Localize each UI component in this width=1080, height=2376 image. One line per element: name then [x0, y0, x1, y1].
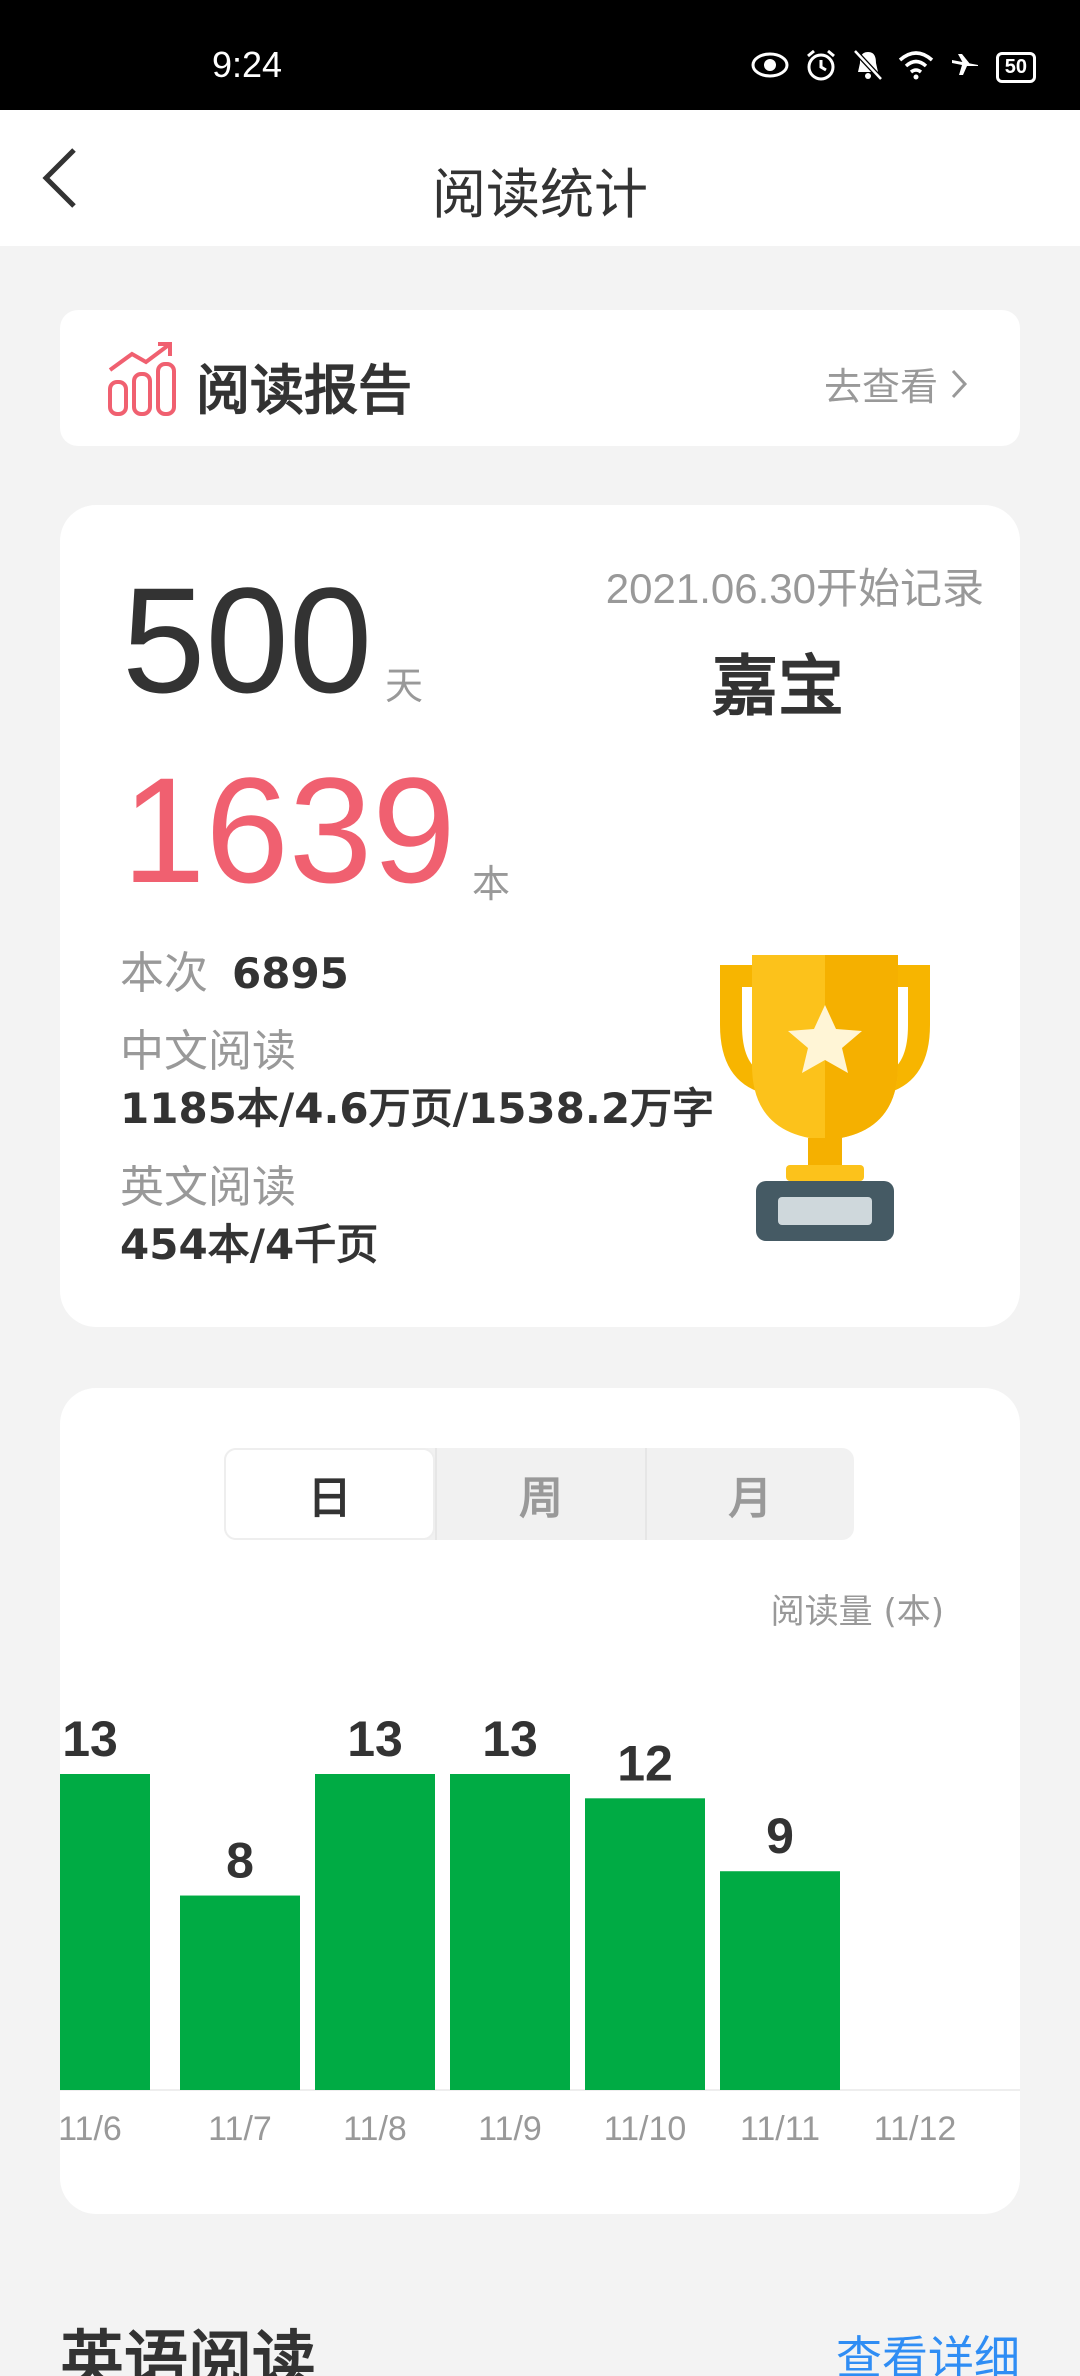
chevron-right-icon — [951, 369, 968, 398]
bar-11/11 — [720, 1871, 840, 2090]
english-reading-section-title: 英语阅读 — [60, 2325, 316, 2376]
child-name: 嘉宝 — [712, 648, 844, 725]
airplane-icon — [948, 48, 982, 86]
days-count: 500 — [122, 556, 373, 724]
x-tick-label: 11/6 — [60, 2110, 122, 2148]
x-tick-label: 11/11 — [740, 2110, 820, 2148]
bar-value-label: 13 — [482, 1711, 538, 1767]
x-tick-label: 11/10 — [604, 2110, 687, 2148]
x-tick-label: 11/7 — [208, 2110, 272, 2148]
bar-11/9 — [450, 1774, 570, 2090]
status-bar: 9:24 50 — [0, 0, 1080, 110]
books-count: 1639 — [122, 746, 456, 914]
battery-icon: 50 — [995, 51, 1036, 83]
bar-value-label: 13 — [62, 1711, 118, 1767]
bar-11/7 — [180, 1895, 300, 2090]
summary-card: 500 天 2021.06.30开始记录 嘉宝 1639 本 本次 6895 中… — [60, 505, 1020, 1327]
bar-chart-icon — [106, 340, 178, 416]
bar-value-label: 8 — [226, 1833, 254, 1889]
bar-value-label: 12 — [617, 1735, 673, 1791]
bar-value-label: 9 — [766, 1808, 794, 1864]
eye-icon — [750, 50, 790, 84]
english-reading-label: 英文阅读 — [120, 1162, 296, 1213]
x-tick-label: 11/12 — [874, 2110, 957, 2148]
view-report-link[interactable]: 去查看 — [824, 356, 968, 411]
bar-11/8 — [315, 1774, 435, 2090]
x-tick-label: 11/8 — [343, 2110, 407, 2148]
view-report-label: 去查看 — [823, 365, 938, 409]
books-unit: 本 — [472, 862, 511, 906]
view-details-link[interactable]: 查看详细 — [836, 2322, 1020, 2376]
alarm-icon — [804, 48, 838, 86]
status-icons: 50 — [750, 48, 1036, 86]
page-title: 阅读统计 — [432, 163, 648, 226]
mute-bell-icon — [852, 48, 884, 86]
wifi-icon — [898, 50, 934, 84]
this-time-label: 本次 — [120, 948, 208, 999]
bar-11/10 — [585, 1798, 705, 2090]
report-title: 阅读报告 — [196, 359, 412, 422]
daily-reading-chart-card: 日 周 月 阅读量 (本) 13 11/6 8 11/7 13 11/8 13 11/9 12 1… — [60, 1388, 1020, 2214]
this-time-row: 本次 6895 — [120, 937, 349, 1001]
chinese-reading-label: 中文阅读 — [120, 1026, 296, 1077]
chinese-reading-value: 1185本/4.6万页/1538.2万字 — [120, 1084, 715, 1133]
trophy-icon — [690, 945, 960, 1245]
reading-report-card[interactable]: 阅读报告 去查看 — [60, 310, 1020, 446]
nav-bar: 阅读统计 — [0, 110, 1080, 246]
status-time: 9:24 — [212, 44, 283, 85]
bar-chart: 13 11/6 8 11/7 13 11/8 13 11/9 12 11/10 9 11/11 11/1… — [60, 1711, 1020, 2148]
x-tick-label: 11/9 — [478, 2110, 542, 2148]
days-unit: 天 — [385, 664, 424, 708]
this-time-value: 6895 — [232, 949, 349, 998]
bar-value-label: 13 — [347, 1711, 403, 1767]
english-reading-value: 454本/4千页 — [120, 1220, 379, 1269]
start-date: 2021.06.30开始记录 — [605, 565, 984, 612]
bar-11/6 — [60, 1774, 150, 2090]
